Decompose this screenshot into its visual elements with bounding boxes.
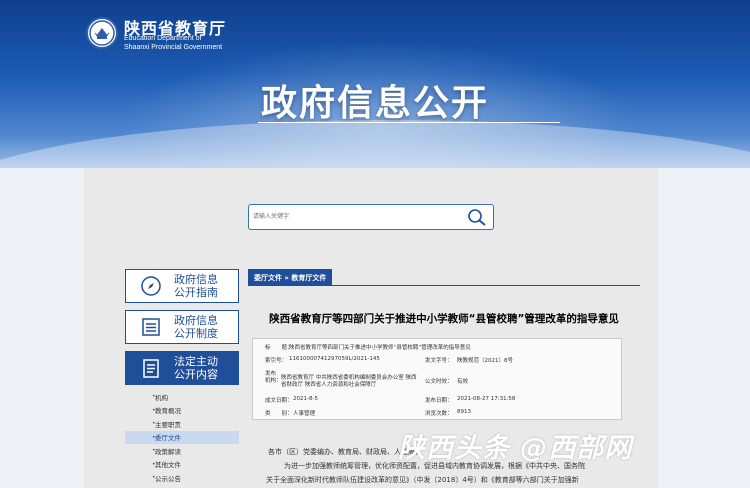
breadcrumb-tab[interactable]: 委厅文件 » 教育厅文件 [248,269,333,286]
sidebar-card-guide-line1: 政府信息 [174,273,218,286]
meta-docno-value: 陕教规范〔2021〕8号 [457,358,513,364]
watermark: 陕西头条 @西部网 [398,433,633,464]
meta-title-value: 陕西省教育厅等四部门关于推进中小学教师“县管校聘”管理改革的指导意见 [289,345,471,351]
meta-category-value: 人事管理 [293,411,316,417]
sidebar-card-content-line2: 公开内容 [174,368,218,381]
emblem-logo-icon[interactable] [86,17,118,49]
compass-icon [136,275,166,297]
clipboard-icon [136,357,166,379]
search-input[interactable] [250,206,460,228]
meta-created-value: 2021-8-5 [293,396,318,402]
sidebar-item-interpretation[interactable]: 政策解读 [125,444,239,458]
meta-category-label: 类 别： [265,411,293,417]
list-icon [136,316,166,338]
meta-views-value: 8913 [457,409,471,415]
sidebar-sub-list: 机构 教育概况 主要职责 委厅文件 政策解读 其他文件 公示公告 [125,390,239,485]
emblem-logo-graphic [89,20,115,46]
sidebar-item-other-files[interactable]: 其他文件 [125,458,239,472]
banner-title: 政府信息公开 [260,83,489,124]
sidebar-card-system-line1: 政府信息 [174,314,218,327]
meta-docno-label: 发文字号： [425,358,453,364]
sidebar-item-duties[interactable]: 主要职责 [125,417,239,431]
meta-published-value: 2021-08-27 17:31:58 [457,396,516,402]
banner-title-underline [258,122,560,123]
sidebar-card-content-line1: 法定主动 [174,355,218,368]
sidebar-item-organization[interactable]: 机构 [125,390,239,404]
article-body-line3: 关于全面深化新时代教师队伍建设改革的意见》（中发〔2018〕4号）和《教育部等六… [266,476,579,484]
sidebar-card-content-label: 法定主动 公开内容 [174,355,218,381]
org-name-en-line2: Shaanxi Provincial Government [124,44,223,51]
meta-index-label: 索引号： [265,358,288,364]
meta-issuer-value-line2: 省财政厅 陕西省人力资源和社会保障厅 [281,382,377,388]
meta-validity-value: 有效 [457,379,469,385]
search-button[interactable] [462,206,492,228]
sidebar-card-system-line2: 公开制度 [174,327,218,340]
meta-index-value: 11610000741297059L/2021-145 [289,356,380,362]
meta-issuer-label-line2: 机构： [265,378,282,384]
meta-published-label: 发布日期： [425,398,453,404]
sidebar-card-guide-label: 政府信息 公开指南 [174,273,218,299]
search-box [248,204,494,230]
article-title: 陕西省教育厅等四部门关于推进中小学教师“县管校聘”管理改革的指导意见 [269,313,619,325]
sidebar-item-announcements[interactable]: 公示公告 [125,471,239,485]
search-icon [468,209,486,226]
sidebar-card-system[interactable]: 政府信息 公开制度 [125,310,239,344]
meta-views-label: 浏览次数： [425,411,453,417]
meta-created-label: 成文日期： [265,398,293,404]
sidebar-item-overview[interactable]: 教育概况 [125,404,239,418]
breadcrumb: 委厅文件 » 教育厅文件 [248,269,640,286]
meta-validity-label: 公文时效： [425,379,453,385]
sidebar-card-guide[interactable]: 政府信息 公开指南 [125,269,239,303]
sidebar-card-guide-line2: 公开指南 [174,286,218,299]
sidebar-card-content[interactable]: 法定主动 公开内容 [125,351,239,385]
sidebar-card-system-label: 政府信息 公开制度 [174,314,218,340]
document-metadata: 标 题： 陕西省教育厅等四部门关于推进中小学教师“县管校聘”管理改革的指导意见 … [252,338,622,420]
org-name-en-line1: Education Department of [124,35,202,42]
sidebar-item-documents[interactable]: 委厅文件 [125,430,239,444]
